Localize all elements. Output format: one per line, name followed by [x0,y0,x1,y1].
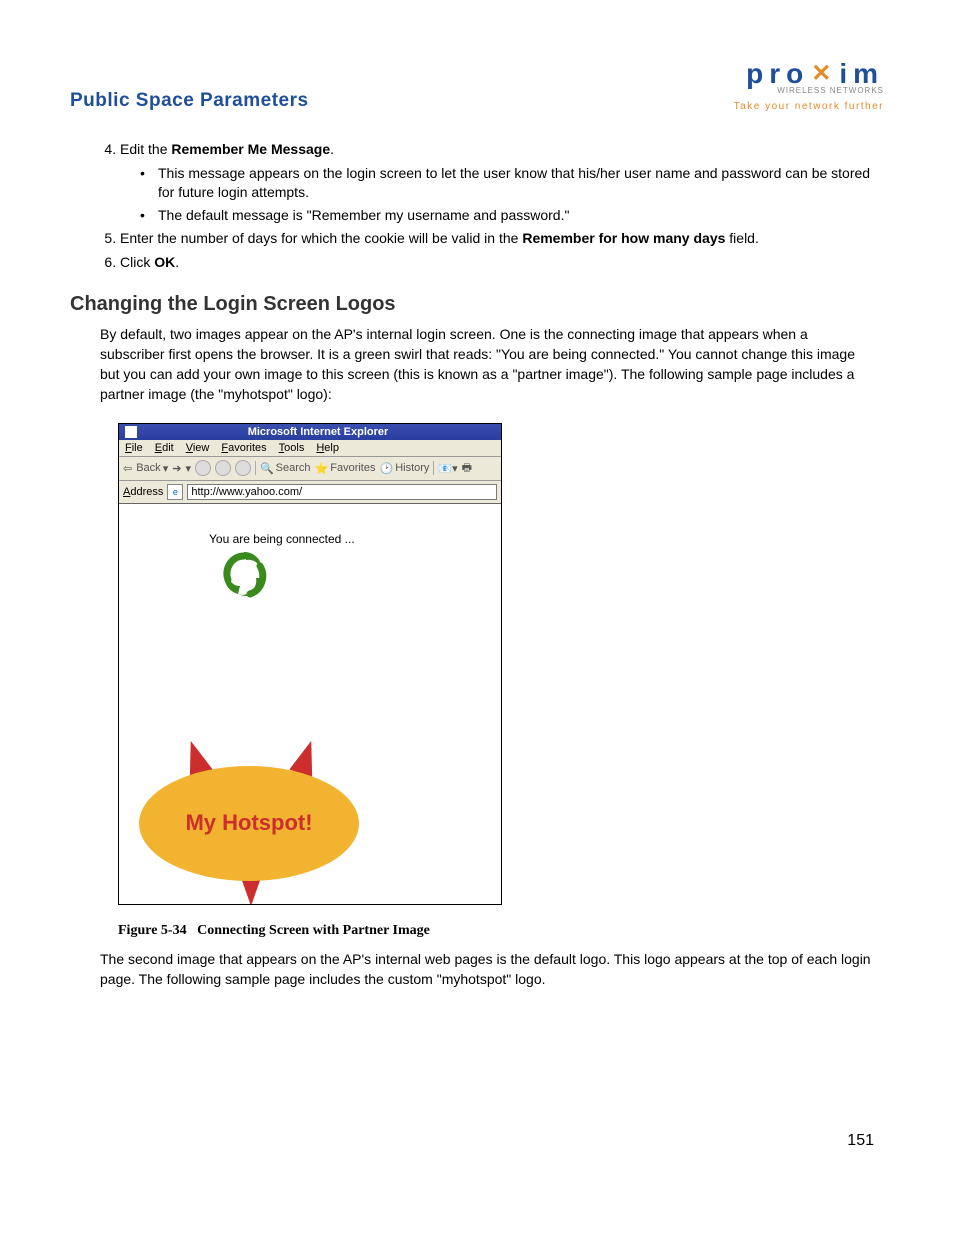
search-icon: 🔍 [260,462,274,475]
menu-favorites[interactable]: Favorites [221,442,266,454]
text: . [175,254,179,270]
logo-text-pre: pro [746,60,809,88]
bullet-item: This message appears on the login screen… [140,164,874,203]
bold-text: Remember for how many days [522,230,725,246]
home-icon[interactable] [235,460,251,476]
history-button[interactable]: 🕑History [379,462,429,475]
text: field. [725,230,758,246]
favorites-button[interactable]: ⭐Favorites [315,462,376,475]
ie-menubar: File Edit View Favorites Tools Help [119,440,501,457]
ie-app-icon [125,426,137,438]
menu-tools[interactable]: Tools [279,442,305,454]
print-icon[interactable]: 🖶 [462,459,472,478]
badge-oval: My Hotspot! [139,766,359,881]
ie-window: Microsoft Internet Explorer File Edit Vi… [118,423,502,905]
ie-address-bar: Address e [119,481,501,504]
logo-tagline: Take your network further [734,101,884,112]
refresh-icon[interactable] [215,460,231,476]
figure-caption: Figure 5-34 Connecting Screen with Partn… [118,923,874,939]
text: Enter the number of days for which the c… [120,230,522,246]
subsection-heading: Changing the Login Screen Logos [70,293,884,316]
list-item: Click OK. [120,253,874,273]
brand-logo: pro ✕ im WIRELESS NETWORKS Take your net… [734,60,884,112]
badge-text: My Hotspot! [185,810,312,836]
paragraph: By default, two images appear on the AP'… [100,324,874,405]
text: Click [120,254,154,270]
ie-toolbar: ⇦ Back ▾ ➔ ▾ 🔍Search ⭐Favorites 🕑History… [119,457,501,481]
list-item: Enter the number of days for which the c… [120,229,874,249]
forward-arrow-icon[interactable]: ➔ [172,462,181,475]
address-label: Address [123,486,163,498]
ie-page-icon: e [167,484,183,500]
bold-text: OK [154,254,175,270]
text: Edit the [120,141,171,157]
section-title: Public Space Parameters [70,90,309,112]
logo-text-post: im [839,60,884,88]
clock-icon: 🕑 [379,462,393,475]
list-item: Edit the Remember Me Message. This messa… [120,140,874,225]
ie-title-text: Microsoft Internet Explorer [141,426,495,438]
address-input[interactable] [187,484,497,500]
instruction-list: Edit the Remember Me Message. This messa… [100,140,874,273]
search-button[interactable]: 🔍Search [260,462,311,475]
ie-titlebar: Microsoft Internet Explorer [119,424,501,440]
figure-title: Connecting Screen with Partner Image [197,923,430,938]
green-swirl-icon [214,544,274,604]
paragraph: The second image that appears on the AP'… [100,949,874,990]
figure-number: Figure 5-34 [118,923,187,938]
menu-edit[interactable]: Edit [155,442,174,454]
page-number: 151 [847,1132,874,1150]
menu-file[interactable]: File [125,442,143,454]
bullet-item: The default message is "Remember my user… [140,206,874,226]
partner-image-badge: My Hotspot! [139,754,359,894]
back-arrow-icon[interactable]: ⇦ [123,462,132,475]
figure-screenshot: Microsoft Internet Explorer File Edit Vi… [118,423,874,905]
star-icon: ⭐ [315,462,329,475]
back-button[interactable]: Back ▾ [136,462,168,475]
text: . [330,141,334,157]
sub-bullet-list: This message appears on the login screen… [140,164,874,226]
logo-x-icon: ✕ [811,62,837,86]
ie-content-area: You are being connected ... [119,504,501,904]
menu-help[interactable]: Help [316,442,339,454]
mail-icon[interactable]: 📧▾ [438,462,457,475]
stop-icon[interactable] [195,460,211,476]
menu-view[interactable]: View [186,442,210,454]
bold-text: Remember Me Message [171,141,330,157]
